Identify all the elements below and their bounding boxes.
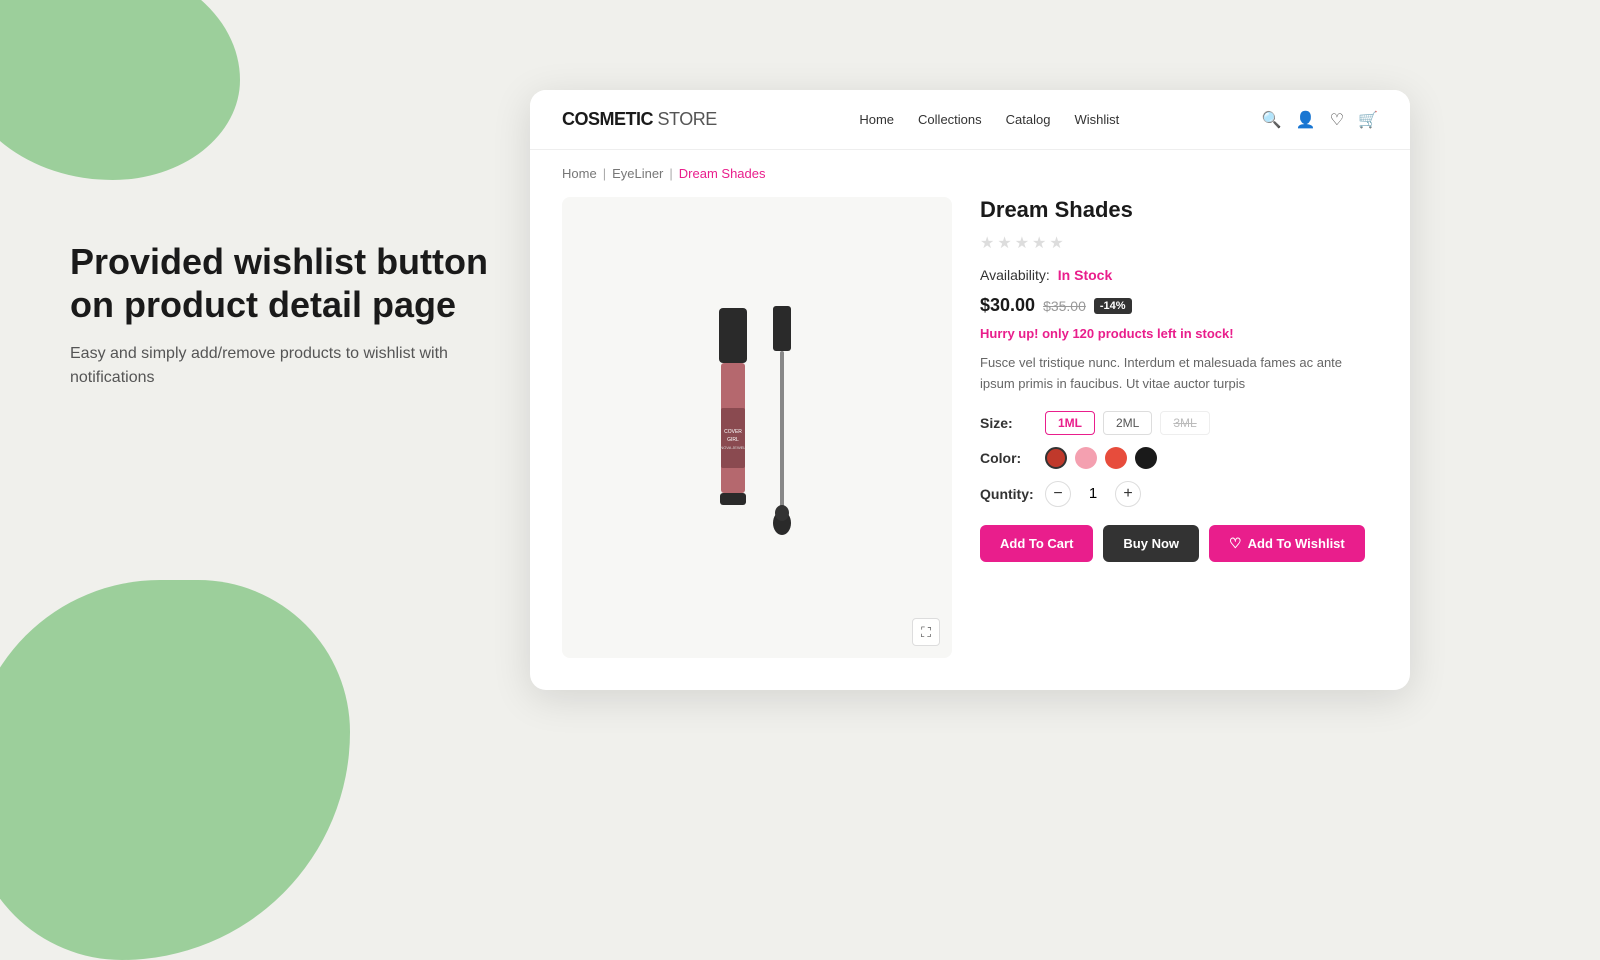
add-to-wishlist-button[interactable]: ♡ Add To Wishlist — [1209, 525, 1365, 562]
buy-now-button[interactable]: Buy Now — [1103, 525, 1199, 562]
action-buttons: Add To Cart Buy Now ♡ Add To Wishlist — [980, 525, 1378, 562]
quantity-value: 1 — [1083, 485, 1103, 502]
color-row: Color: — [980, 447, 1378, 469]
wishlist-heart-icon: ♡ — [1229, 535, 1242, 552]
size-3ml[interactable]: 3ML — [1160, 411, 1209, 435]
product-title: Dream Shades — [980, 197, 1378, 223]
svg-text:COVER: COVER — [724, 429, 742, 435]
star-3: ★ — [1015, 233, 1029, 253]
availability-row: Availability: In Stock — [980, 267, 1378, 283]
availability-label: Availability: — [980, 267, 1050, 283]
product-section: COVER GIRL NOVA JEWEL — [530, 197, 1410, 690]
price-original: $35.00 — [1043, 298, 1086, 314]
star-5: ★ — [1049, 233, 1063, 253]
hurry-count: 120 — [1072, 326, 1094, 341]
star-4: ★ — [1032, 233, 1046, 253]
size-label: Size: — [980, 415, 1035, 431]
star-1: ★ — [980, 233, 994, 253]
search-icon[interactable]: 🔍 — [1262, 110, 1282, 130]
quantity-label: Quntity: — [980, 486, 1035, 502]
breadcrumb-sep2: | — [669, 166, 672, 181]
quantity-control: − 1 + — [1045, 481, 1141, 507]
color-swatch-4[interactable] — [1135, 447, 1157, 469]
left-description: Easy and simply add/remove products to w… — [70, 342, 490, 390]
browser-card: COSMETIC STORE Home Collections Catalog … — [530, 90, 1410, 690]
nav-logo: COSMETIC STORE — [562, 109, 717, 130]
left-heading: Provided wishlist button on product deta… — [70, 240, 490, 326]
cart-icon[interactable]: 🛒 — [1358, 110, 1378, 130]
product-info: Dream Shades ★ ★ ★ ★ ★ Availability: In … — [952, 197, 1378, 658]
wishlist-label: Add To Wishlist — [1248, 536, 1345, 551]
heart-icon[interactable]: ♡ — [1330, 110, 1344, 130]
breadcrumb: Home | EyeLiner | Dream Shades — [530, 150, 1410, 197]
breadcrumb-home[interactable]: Home — [562, 166, 597, 181]
content-area: Home | EyeLiner | Dream Shades — [530, 150, 1410, 690]
product-image: COVER GIRL NOVA JEWEL — [677, 298, 837, 558]
nav-item-catalog[interactable]: Catalog — [1006, 111, 1051, 129]
logo-regular: STORE — [653, 109, 717, 129]
price-current: $30.00 — [980, 295, 1035, 316]
nav-item-collections[interactable]: Collections — [918, 111, 982, 129]
price-row: $30.00 $35.00 -14% — [980, 295, 1378, 316]
nav-item-wishlist[interactable]: Wishlist — [1074, 111, 1119, 129]
blob-top-left — [0, 0, 240, 180]
color-options — [1045, 447, 1157, 469]
user-icon[interactable]: 👤 — [1296, 110, 1316, 130]
size-row: Size: 1ML 2ML 3ML — [980, 411, 1378, 435]
color-swatch-2[interactable] — [1075, 447, 1097, 469]
breadcrumb-current: Dream Shades — [679, 166, 766, 181]
hurry-before: Hurry up! only — [980, 326, 1072, 341]
star-2: ★ — [997, 233, 1011, 253]
nav-header: COSMETIC STORE Home Collections Catalog … — [530, 90, 1410, 150]
left-panel: Provided wishlist button on product deta… — [70, 240, 490, 390]
breadcrumb-sep1: | — [603, 166, 606, 181]
size-2ml[interactable]: 2ML — [1103, 411, 1152, 435]
expand-icon[interactable]: ⛶ — [912, 618, 940, 646]
color-swatch-1[interactable] — [1045, 447, 1067, 469]
nav-icons: 🔍 👤 ♡ 🛒 — [1262, 110, 1378, 130]
color-label: Color: — [980, 450, 1035, 466]
quantity-increase[interactable]: + — [1115, 481, 1141, 507]
hurry-text: Hurry up! only 120 products left in stoc… — [980, 326, 1378, 341]
product-stars: ★ ★ ★ ★ ★ — [980, 233, 1378, 253]
blob-bottom-left — [0, 580, 350, 960]
size-1ml[interactable]: 1ML — [1045, 411, 1095, 435]
availability-value: In Stock — [1058, 267, 1112, 283]
product-image-container: COVER GIRL NOVA JEWEL — [562, 197, 952, 658]
color-swatch-3[interactable] — [1105, 447, 1127, 469]
nav-item-home[interactable]: Home — [859, 111, 894, 129]
svg-text:NOVA JEWEL: NOVA JEWEL — [720, 445, 746, 450]
hurry-after: products left in stock! — [1094, 326, 1233, 341]
nav-links: Home Collections Catalog Wishlist — [859, 111, 1119, 129]
quantity-decrease[interactable]: − — [1045, 481, 1071, 507]
product-description: Fusce vel tristique nunc. Interdum et ma… — [980, 353, 1378, 395]
breadcrumb-category[interactable]: EyeLiner — [612, 166, 663, 181]
add-to-cart-button[interactable]: Add To Cart — [980, 525, 1093, 562]
quantity-row: Quntity: − 1 + — [980, 481, 1378, 507]
svg-text:GIRL: GIRL — [727, 437, 739, 443]
logo-bold: COSMETIC — [562, 109, 653, 129]
price-badge: -14% — [1094, 298, 1132, 314]
size-options: 1ML 2ML 3ML — [1045, 411, 1210, 435]
